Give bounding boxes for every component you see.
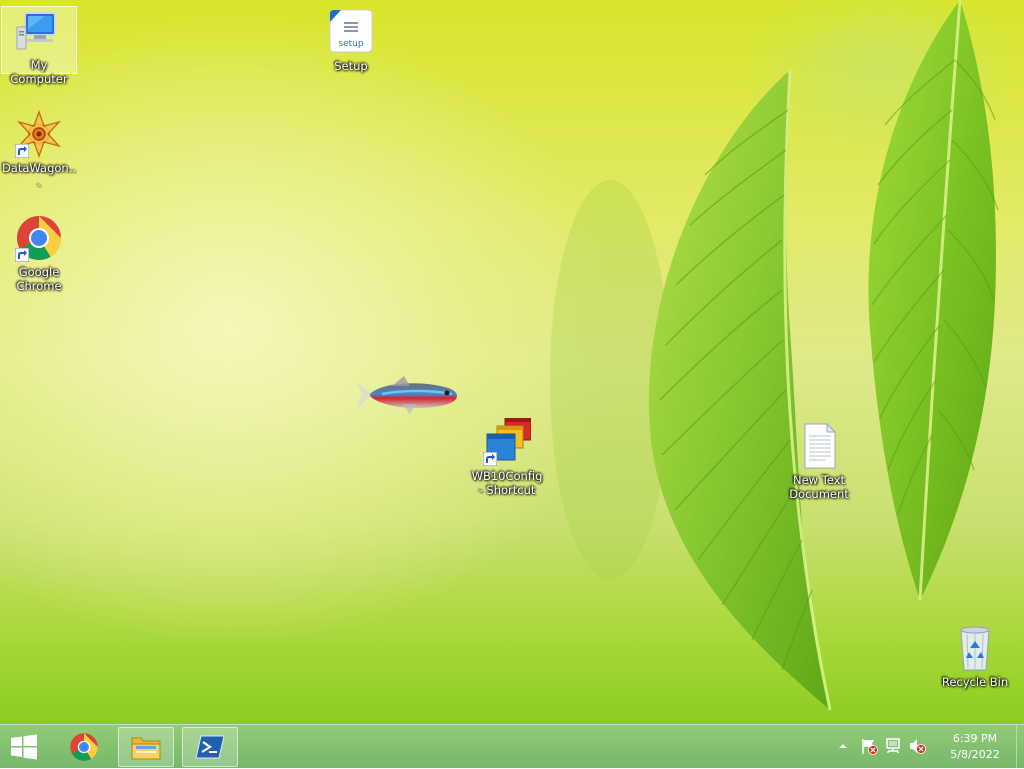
desktop-icon-label: WB10Config - Shortcut [471,469,543,497]
clock-date: 5/8/2022 [950,748,1000,761]
shortcut-arrow-icon [15,248,29,262]
show-desktop-button[interactable] [1016,725,1024,769]
taskbar-clock[interactable]: 6:39 PM 5/8/2022 [938,731,1012,763]
desktop-icon-label: New Text Document [789,473,849,501]
desktop-icon-google-chrome[interactable]: Google Chrome [1,214,77,293]
powershell-icon [195,735,225,759]
shortcut-arrow-icon [483,452,497,466]
setup-badge-text: setup [338,39,363,49]
computer-icon [15,7,63,55]
wb10config-icon [483,417,532,466]
recycle-bin-icon [951,624,999,672]
desktop-icon-wb10config[interactable]: WB10Config - Shortcut [469,417,545,497]
fish-cursor-icon [356,376,457,414]
taskbar-button-powershell[interactable] [182,727,238,767]
datawagon-icon [15,109,63,159]
text-document-icon [795,422,843,470]
desktop-icon-recycle-bin[interactable]: Recycle Bin [937,624,1013,689]
desktop-icon-label: Google Chrome [16,265,62,293]
chrome-icon [70,733,98,761]
taskbar: 6:39 PM 5/8/2022 [0,724,1024,769]
clock-time: 6:39 PM [952,732,998,745]
windows-logo-icon [11,734,37,760]
desktop-icon-label: DataWagon... [1,161,77,189]
desktop[interactable]: My Computer setup Setup DataWagon... Goo… [0,0,1024,724]
wallpaper-leaves [550,0,1020,711]
chevron-up-icon[interactable] [834,737,852,755]
desktop-icon-new-text-document[interactable]: New Text Document [781,422,857,501]
desktop-icon-label: Recycle Bin [941,675,1009,689]
taskbar-button-chrome[interactable] [58,727,110,767]
network-icon[interactable] [884,737,902,755]
desktop-icon-label: Setup [334,59,368,73]
folder-icon [131,737,161,760]
shortcut-arrow-icon [15,144,29,158]
volume-muted-icon[interactable] [908,737,926,755]
chrome-icon [15,214,63,262]
desktop-icon-label: My Computer [10,58,68,86]
desktop-icon-my-computer[interactable]: My Computer [1,6,77,86]
system-tray: 6:39 PM 5/8/2022 [824,725,1024,769]
start-button[interactable] [0,725,48,769]
desktop-icon-setup[interactable]: setup Setup [313,8,389,73]
setup-icon: setup [327,8,375,56]
desktop-icon-datawagon[interactable]: DataWagon... [1,109,77,189]
taskbar-button-file-explorer[interactable] [118,727,174,767]
action-center-flag-icon[interactable] [860,737,878,755]
